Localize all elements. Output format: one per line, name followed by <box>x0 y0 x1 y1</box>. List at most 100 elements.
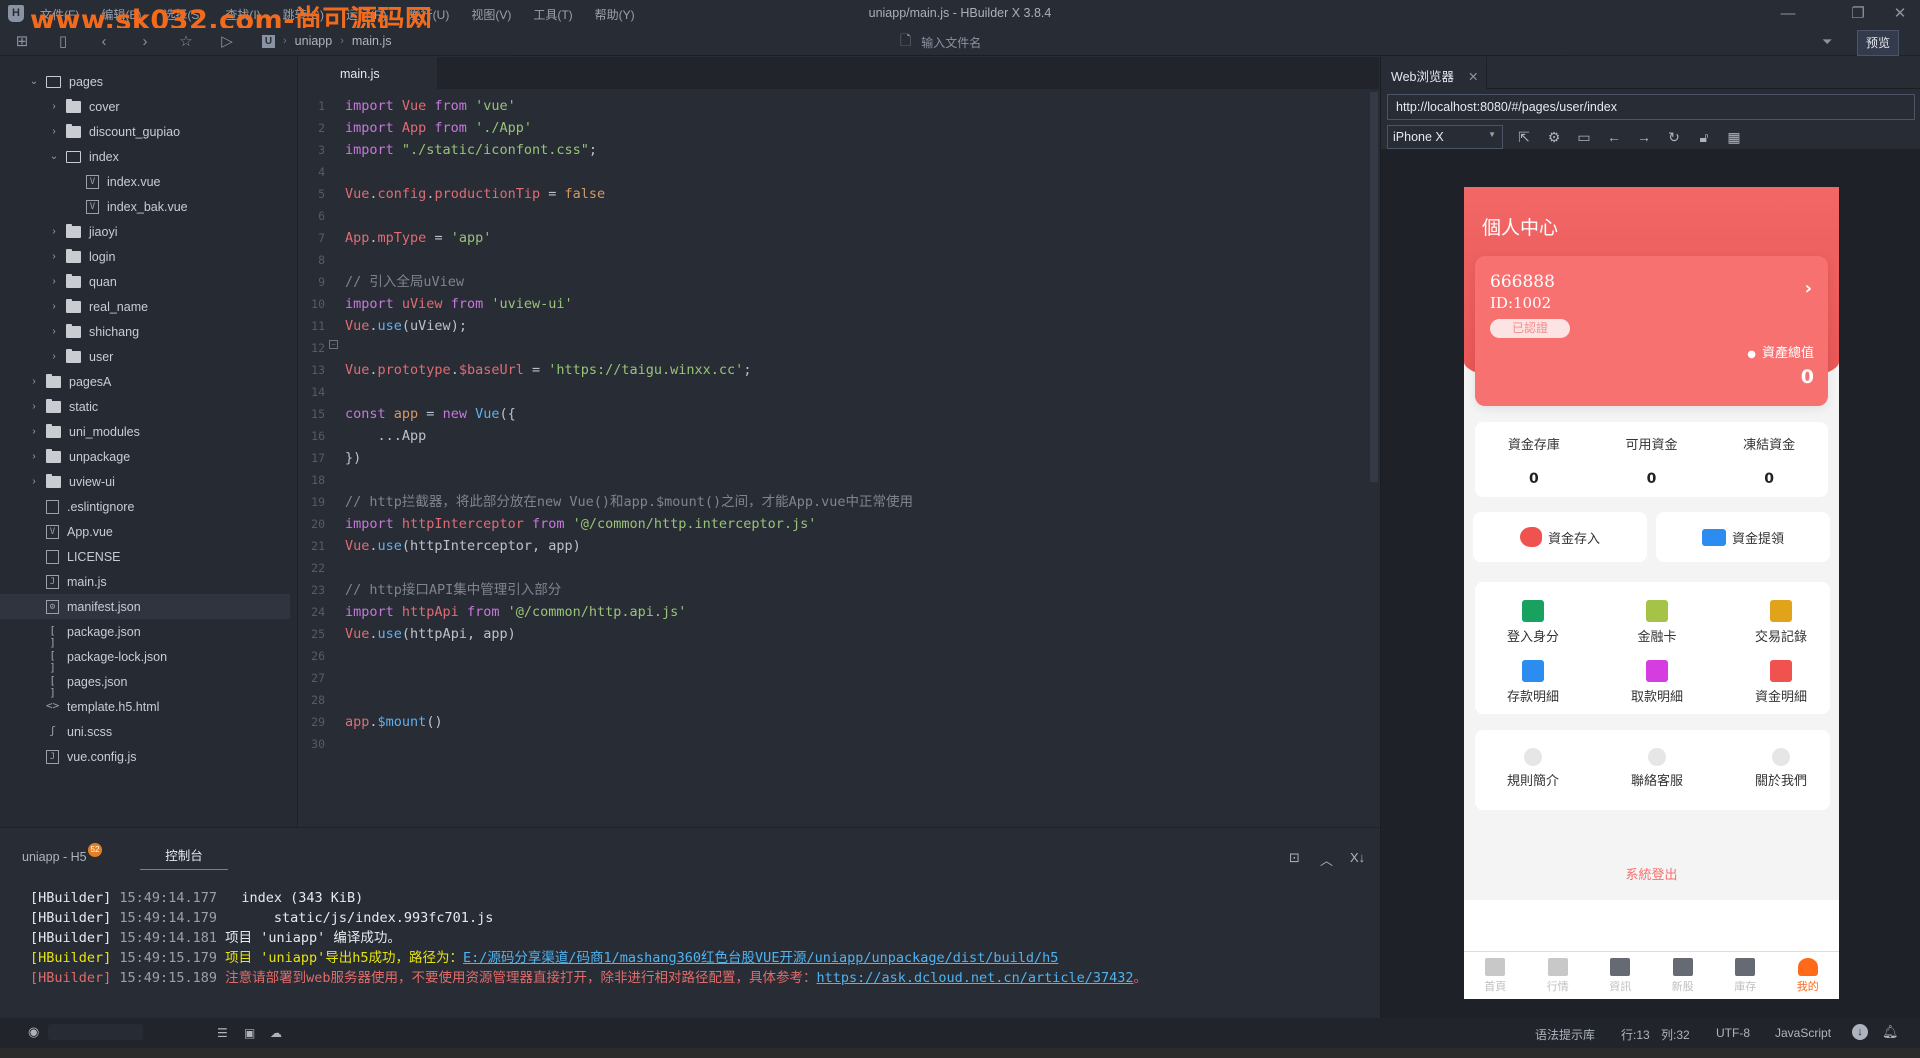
breadcrumb-project[interactable]: uniapp <box>295 34 333 48</box>
tree-file[interactable]: Jvue.config.js <box>0 744 290 769</box>
chevron-right-icon[interactable]: › <box>48 276 60 287</box>
code-area[interactable]: 1 import Vue from 'vue' 2 import App from '… <box>299 95 1359 755</box>
tree-folder[interactable]: ⌄ index <box>0 144 290 169</box>
menu-item[interactable]: 视图(V) <box>471 6 511 23</box>
tree-file[interactable]: [ ] package-lock.json <box>0 644 290 673</box>
chevron-right-icon[interactable]: › <box>48 301 60 312</box>
code-line[interactable]: 2 import App from './App' <box>299 117 1359 139</box>
code-line[interactable]: 1 import Vue from 'vue' <box>299 95 1359 117</box>
profile-card[interactable]: 666888 ID:1002 已認證 › ● 資產總值 0 <box>1475 256 1828 406</box>
tree-folder[interactable]: › real_name <box>0 294 290 319</box>
encoding[interactable]: UTF-8 <box>1716 1026 1750 1040</box>
phone-tab[interactable]: 首頁 <box>1464 952 1527 999</box>
menu-item[interactable]: 工具(T) <box>533 6 572 23</box>
phone-tab[interactable]: 資訊 <box>1589 952 1652 999</box>
close-icon[interactable]: ✕ <box>1885 2 1915 26</box>
code-line[interactable]: 18 <box>299 469 1359 491</box>
run-icon[interactable]: ▷ <box>217 32 237 52</box>
menu-entry[interactable]: 聯絡客服 <box>1607 748 1707 789</box>
code-line[interactable]: 14 <box>299 381 1359 403</box>
account-icon[interactable]: ◉ <box>28 1024 39 1040</box>
menu-entry[interactable]: 關於我們 <box>1731 748 1831 789</box>
outline-icon[interactable]: ☰ <box>217 1026 228 1040</box>
save-icon[interactable]: ▯ <box>53 32 73 52</box>
tree-folder[interactable]: › quan <box>0 269 290 294</box>
menu-entry[interactable]: 金融卡 <box>1607 600 1707 645</box>
code-line[interactable]: 22 <box>299 557 1359 579</box>
chevron-right-icon[interactable]: › <box>48 126 60 137</box>
code-line[interactable]: 27 <box>299 667 1359 689</box>
phone-tab[interactable]: 庫存 <box>1714 952 1777 999</box>
new-terminal-icon[interactable]: ⊡ <box>1289 850 1300 866</box>
tree-folder[interactable]: › unpackage <box>0 444 290 469</box>
menu-entry[interactable]: 存款明細 <box>1483 660 1583 705</box>
cursor-col[interactable]: 列:32 <box>1661 1026 1690 1043</box>
code-line[interactable]: 13 Vue. prototype. $baseUrl = 'https://taig… <box>299 359 1359 381</box>
collapse-up-icon[interactable]: ︿ <box>1320 850 1333 869</box>
editor-scrollbar[interactable] <box>1370 92 1378 482</box>
tree-file[interactable]: Jmain.js <box>0 569 290 594</box>
tree-folder[interactable]: › jiaoyi <box>0 219 290 244</box>
asset-label[interactable]: ● 資產總值 <box>1747 342 1814 361</box>
chevron-down-icon[interactable]: ⌄ <box>48 151 60 162</box>
chevron-right-icon[interactable]: › <box>28 451 40 462</box>
code-line[interactable]: 8 <box>299 249 1359 271</box>
console-icon[interactable]: ▭ <box>1574 127 1594 147</box>
new-file-icon[interactable]: ⊞ <box>12 32 32 52</box>
tree-file[interactable]: Vindex.vue <box>0 169 290 194</box>
chevron-right-icon[interactable]: › <box>48 326 60 337</box>
tree-file[interactable]: ⚙ manifest.json <box>0 594 290 619</box>
code-line[interactable]: 11 Vue. use (uView); <box>299 315 1359 337</box>
eye-icon[interactable]: ● <box>1747 349 1756 360</box>
code-line[interactable]: 26 <box>299 645 1359 667</box>
fold-toggle-icon[interactable]: − <box>329 340 338 349</box>
log-link[interactable]: E:/源码分享渠道/码商1/mashang360红色台股VUE开源/uniapp… <box>463 950 1058 966</box>
restore-icon[interactable]: ❐ <box>1843 2 1873 26</box>
logout-button[interactable]: 系統登出 <box>1464 864 1839 883</box>
chevron-right-icon[interactable]: › <box>48 226 60 237</box>
tree-file[interactable]: [ ] package.json <box>0 619 290 648</box>
terminal-icon[interactable]: ▣ <box>244 1026 255 1040</box>
filter-icon[interactable]: ⏷ <box>1822 34 1832 50</box>
star-icon[interactable]: ☆ <box>176 32 196 52</box>
code-line[interactable]: 4 <box>299 161 1359 183</box>
menu-entry[interactable]: 取款明細 <box>1607 660 1707 705</box>
tab-main-js[interactable]: main.js <box>299 57 437 89</box>
code-line[interactable]: 28 <box>299 689 1359 711</box>
breadcrumb-file[interactable]: main.js <box>352 34 392 48</box>
chevron-right-icon[interactable]: › <box>28 401 40 412</box>
tree-folder[interactable]: › login <box>0 244 290 269</box>
tree-file[interactable]: ʃ uni.scss <box>0 719 290 744</box>
tree-folder[interactable]: › static <box>0 394 290 419</box>
settings-icon[interactable]: ⚙ <box>1544 127 1564 147</box>
code-line[interactable]: 30 <box>299 733 1359 755</box>
code-line[interactable]: 15 const app = new Vue({ <box>299 403 1359 425</box>
code-line[interactable]: 9 // 引入全局uView <box>299 271 1359 293</box>
code-line[interactable]: 23 // http接口API集中管理引入部分 <box>299 579 1359 601</box>
tree-folder[interactable]: ⌄ pages <box>0 69 290 94</box>
file-search-input[interactable]: 🗋 输入文件名 <box>900 32 1130 52</box>
tree-file[interactable]: <> template.h5.html <box>0 694 290 719</box>
tree-folder[interactable]: › cover <box>0 94 290 119</box>
menu-entry[interactable]: 規則簡介 <box>1483 748 1583 789</box>
refresh-icon[interactable]: ↻ <box>1664 127 1684 147</box>
chevron-down-icon[interactable]: ⌄ <box>28 76 40 87</box>
url-input[interactable] <box>1387 94 1915 120</box>
close-tab-icon[interactable]: ✕ <box>1468 70 1478 84</box>
tree-folder[interactable]: › shichang <box>0 319 290 344</box>
code-line[interactable]: 10 import uView from 'uview-ui' <box>299 293 1359 315</box>
chevron-right-icon[interactable]: › <box>1805 278 1812 299</box>
tree-file[interactable]: Vindex_bak.vue <box>0 194 290 219</box>
code-line[interactable]: 17}) <box>299 447 1359 469</box>
tree-file[interactable]: LICENSE <box>0 544 290 569</box>
code-line[interactable]: 19 // http拦截器，将此部分放在new Vue()和app.$mount(… <box>299 491 1359 513</box>
download-icon[interactable]: ↓ <box>1852 1024 1868 1040</box>
account-name[interactable] <box>48 1024 143 1040</box>
tree-folder[interactable]: › pagesA <box>0 369 290 394</box>
tree-file[interactable]: [ ] pages.json <box>0 669 290 698</box>
code-line[interactable]: 6 <box>299 205 1359 227</box>
chevron-right-icon[interactable]: › <box>48 101 60 112</box>
cursor-row[interactable]: 行:13 <box>1621 1026 1650 1043</box>
forward-arrow-icon[interactable]: → <box>1634 127 1654 147</box>
minimize-icon[interactable]: — <box>1773 2 1803 26</box>
